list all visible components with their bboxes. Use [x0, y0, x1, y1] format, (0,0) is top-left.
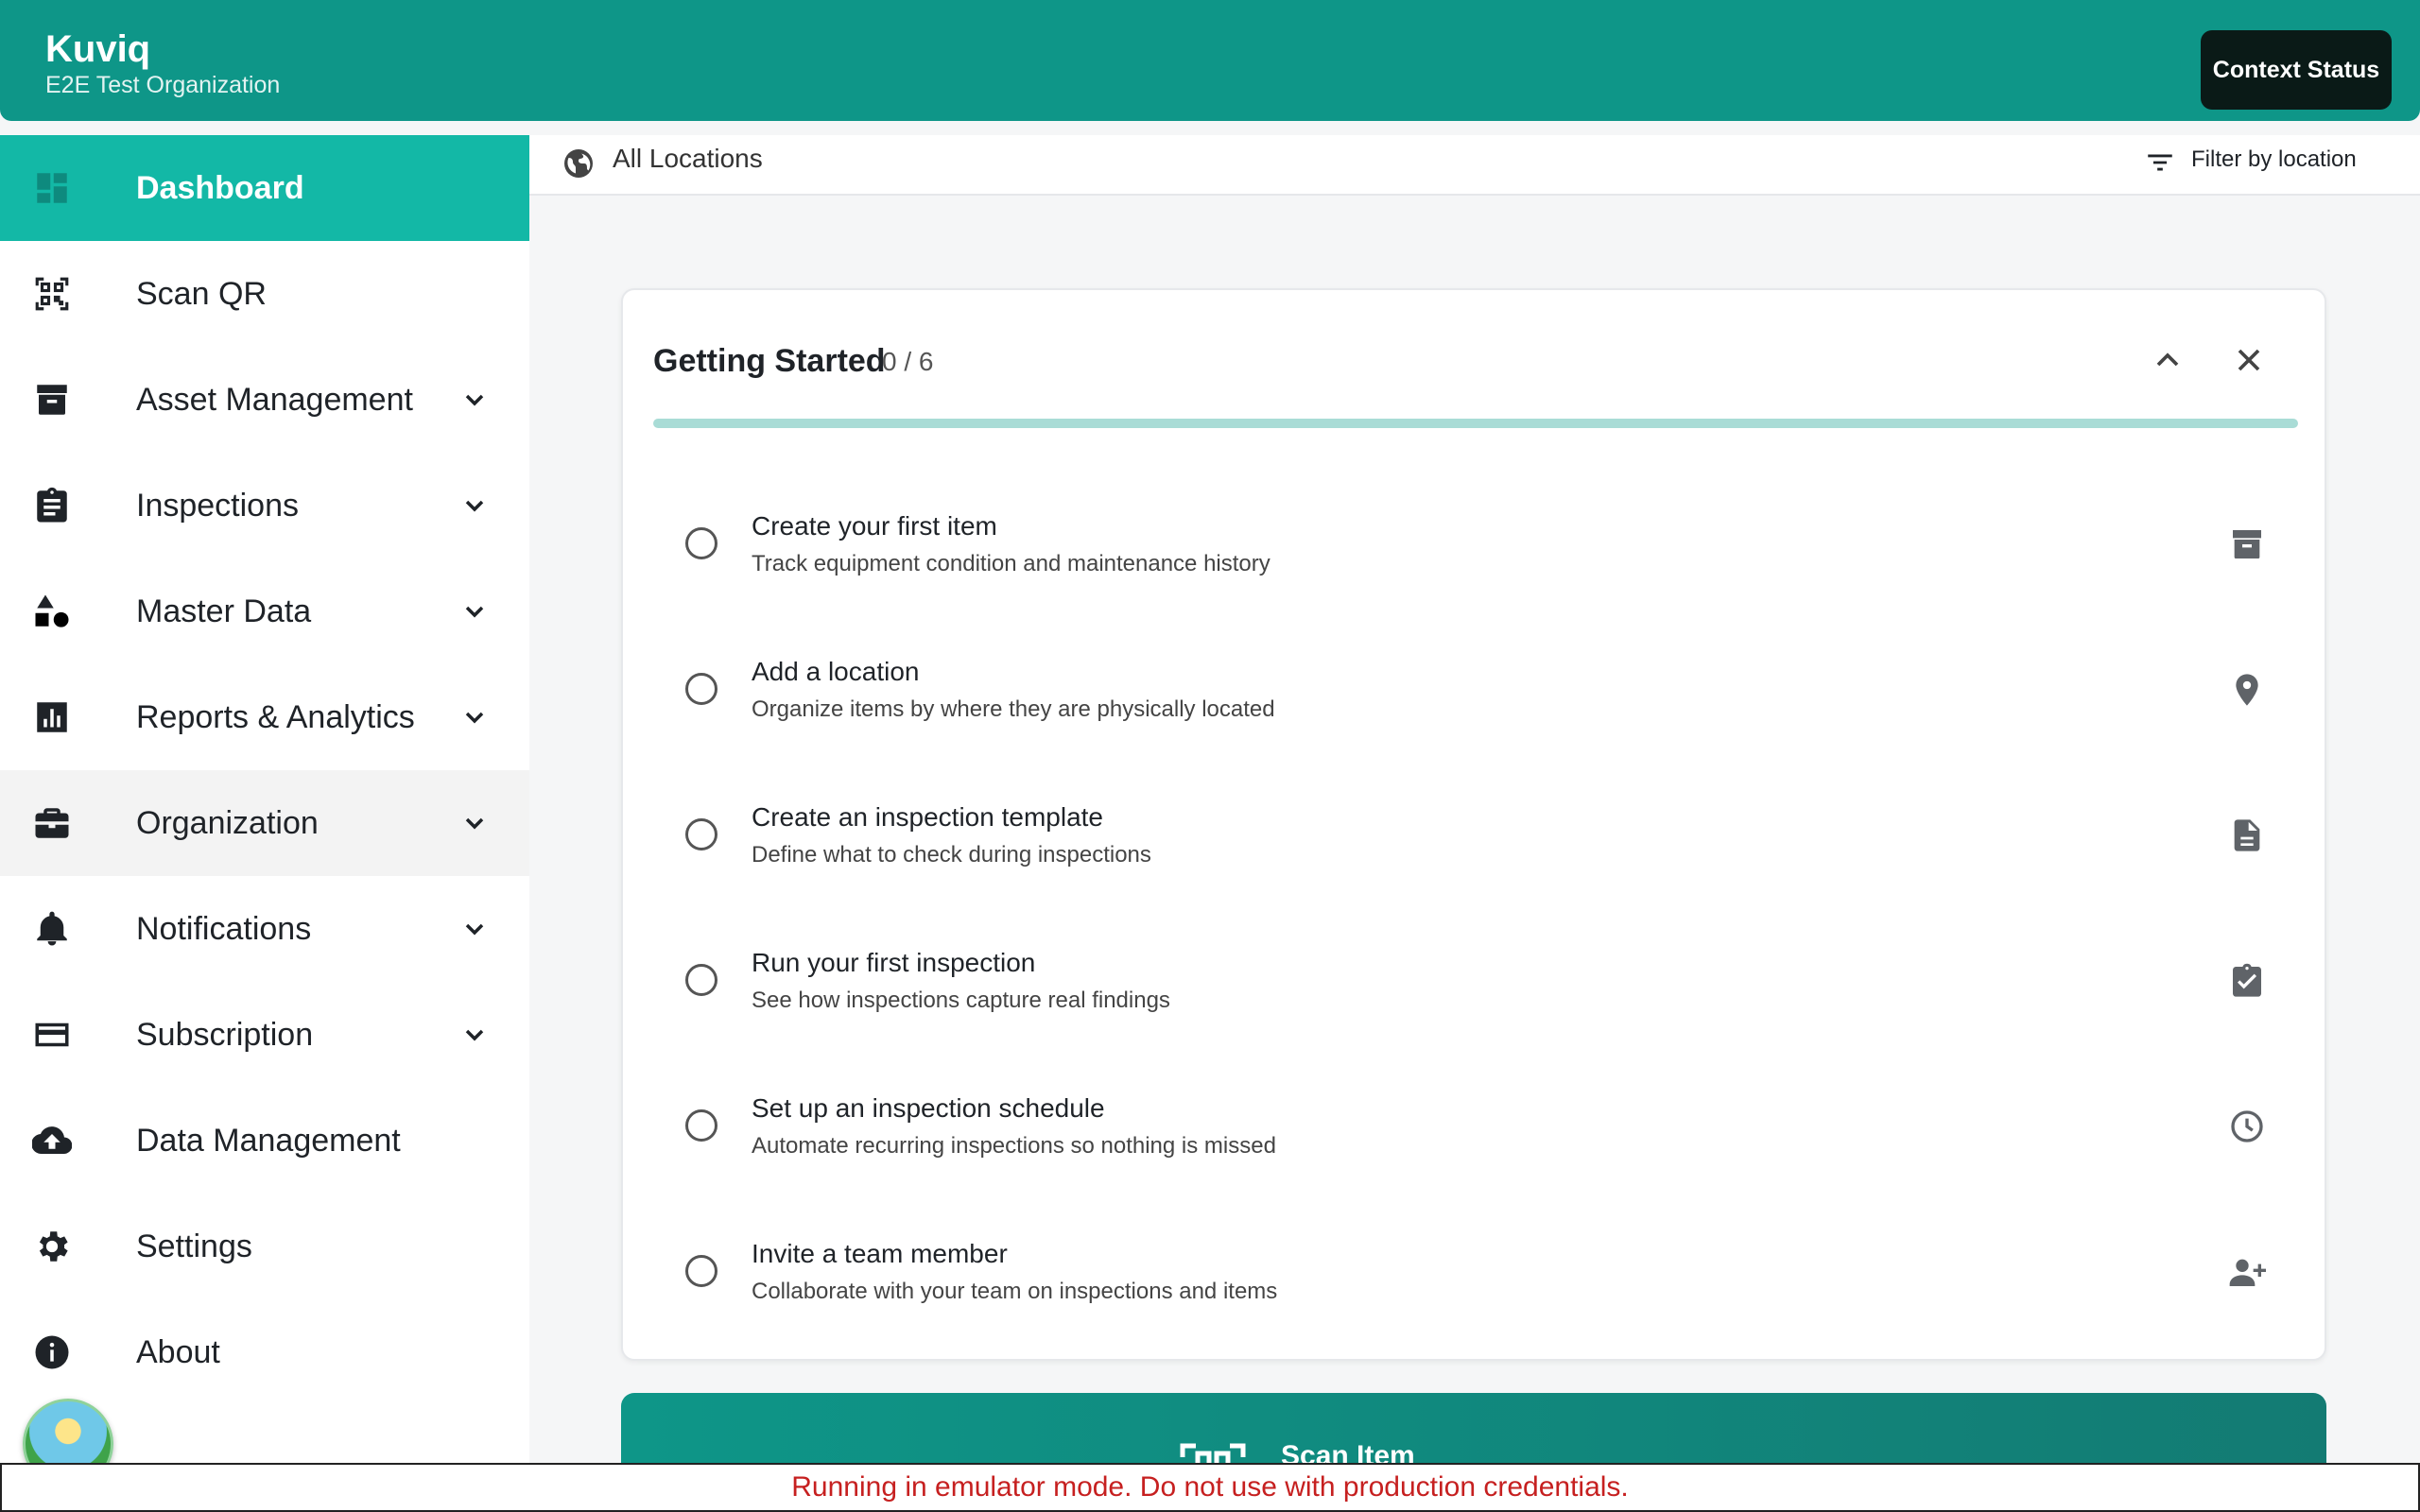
filter-by-location-button[interactable]: Filter by location — [2191, 146, 2357, 173]
sidebar-item-label: Asset Management — [136, 381, 413, 418]
sidebar-item-scan-qr[interactable]: Scan QR — [0, 241, 529, 347]
task-title: Invite a team member — [752, 1239, 1008, 1268]
filter-icon[interactable] — [2144, 146, 2176, 179]
task-checkbox[interactable] — [685, 1109, 717, 1142]
progress-bar — [653, 419, 2298, 428]
sidebar-item-label: Dashboard — [136, 169, 304, 206]
task-title: Run your first inspection — [752, 948, 1036, 977]
task-checkbox[interactable] — [685, 964, 717, 996]
add-user-icon — [2228, 1253, 2266, 1291]
sidebar-item-label: Inspections — [136, 487, 299, 524]
document-icon — [2228, 816, 2266, 854]
task-invite-team-member[interactable]: Invite a team member Collaborate with yo… — [623, 1207, 2325, 1352]
sidebar-item-organization[interactable]: Organization — [0, 770, 529, 876]
emulator-warning-banner: Running in emulator mode. Do not use wit… — [0, 1463, 2420, 1512]
chevron-up-icon[interactable] — [2149, 341, 2187, 379]
getting-started-card: Getting Started 0 / 6 Create your first … — [621, 288, 2326, 1361]
chevron-down-icon[interactable] — [459, 702, 490, 732]
getting-started-title: Getting Started — [653, 343, 886, 379]
bar-chart-icon — [32, 697, 72, 737]
task-create-first-item[interactable]: Create your first item Track equipment c… — [623, 479, 2325, 625]
qr-scan-icon — [32, 274, 72, 314]
task-description: Collaborate with your team on inspection… — [752, 1279, 1278, 1304]
sidebar-item-label: Data Management — [136, 1122, 401, 1159]
current-location-label[interactable]: All Locations — [613, 144, 763, 174]
sidebar-item-subscription[interactable]: Subscription — [0, 982, 529, 1088]
task-checkbox[interactable] — [685, 818, 717, 850]
briefcase-icon — [32, 803, 72, 843]
app-title: Kuviq — [45, 28, 151, 70]
clipboard-check-icon — [2228, 962, 2266, 1000]
map-pin-icon — [2228, 671, 2266, 709]
archive-box-icon — [2228, 525, 2266, 563]
bell-icon — [32, 909, 72, 949]
chevron-down-icon[interactable] — [459, 490, 490, 521]
task-description: Define what to check during inspections — [752, 842, 1151, 868]
clipboard-icon — [32, 486, 72, 525]
task-checkbox[interactable] — [685, 527, 717, 559]
chevron-down-icon[interactable] — [459, 385, 490, 415]
dashboard-icon — [32, 168, 72, 208]
sidebar-item-label: Subscription — [136, 1016, 314, 1053]
globe-icon — [562, 146, 596, 180]
task-title: Add a location — [752, 657, 920, 686]
task-description: Organize items by where they are physica… — [752, 696, 1275, 722]
sidebar-item-dashboard[interactable]: Dashboard — [0, 135, 529, 241]
sidebar-item-master-data[interactable]: Master Data — [0, 558, 529, 664]
sidebar-item-label: Reports & Analytics — [136, 698, 415, 735]
chevron-down-icon[interactable] — [459, 914, 490, 944]
sidebar-item-label: Organization — [136, 804, 319, 841]
chevron-down-icon[interactable] — [459, 596, 490, 627]
sidebar-item-notifications[interactable]: Notifications — [0, 876, 529, 982]
chevron-down-icon[interactable] — [459, 1020, 490, 1050]
task-title: Create an inspection template — [752, 802, 1103, 832]
sidebar-item-label: About — [136, 1333, 220, 1370]
sidebar-item-settings[interactable]: Settings — [0, 1194, 529, 1299]
info-icon — [32, 1332, 72, 1372]
app-header: Kuviq E2E Test Organization Context Stat… — [0, 0, 2420, 121]
context-status-button[interactable]: Context Status — [2201, 30, 2392, 110]
shapes-icon — [32, 592, 72, 631]
progress-count: 0 / 6 — [882, 347, 934, 376]
task-checkbox[interactable] — [685, 673, 717, 705]
sidebar-item-label: Notifications — [136, 910, 312, 947]
task-description: See how inspections capture real finding… — [752, 988, 1170, 1013]
sidebar-item-data-management[interactable]: Data Management — [0, 1088, 529, 1194]
sidebar-item-label: Master Data — [136, 593, 312, 629]
task-checkbox[interactable] — [685, 1255, 717, 1287]
sidebar-item-label: Scan QR — [136, 275, 267, 312]
archive-box-icon — [32, 380, 72, 420]
sidebar-item-inspections[interactable]: Inspections — [0, 453, 529, 558]
location-bar: All Locations Filter by location — [529, 135, 2420, 196]
task-create-inspection-template[interactable]: Create an inspection template Define wha… — [623, 770, 2325, 916]
clock-icon — [2228, 1108, 2266, 1145]
task-title: Create your first item — [752, 511, 997, 541]
chevron-down-icon[interactable] — [459, 808, 490, 838]
cloud-upload-icon — [32, 1121, 72, 1160]
task-add-location[interactable]: Add a location Organize items by where t… — [623, 625, 2325, 770]
task-set-up-schedule[interactable]: Set up an inspection schedule Automate r… — [623, 1061, 2325, 1207]
task-run-first-inspection[interactable]: Run your first inspection See how inspec… — [623, 916, 2325, 1061]
sidebar-item-asset-management[interactable]: Asset Management — [0, 347, 529, 453]
sidebar: Dashboard Scan QR Asset Management Inspe… — [0, 135, 529, 1512]
gear-icon — [32, 1227, 72, 1266]
task-description: Track equipment condition and maintenanc… — [752, 551, 1270, 576]
task-title: Set up an inspection schedule — [752, 1093, 1105, 1123]
credit-card-icon — [32, 1015, 72, 1055]
task-description: Automate recurring inspections so nothin… — [752, 1133, 1276, 1159]
sidebar-item-about[interactable]: About — [0, 1299, 529, 1405]
sidebar-item-label: Settings — [136, 1228, 252, 1264]
close-icon[interactable] — [2230, 341, 2268, 379]
organization-name: E2E Test Organization — [45, 72, 281, 98]
sidebar-item-reports-analytics[interactable]: Reports & Analytics — [0, 664, 529, 770]
